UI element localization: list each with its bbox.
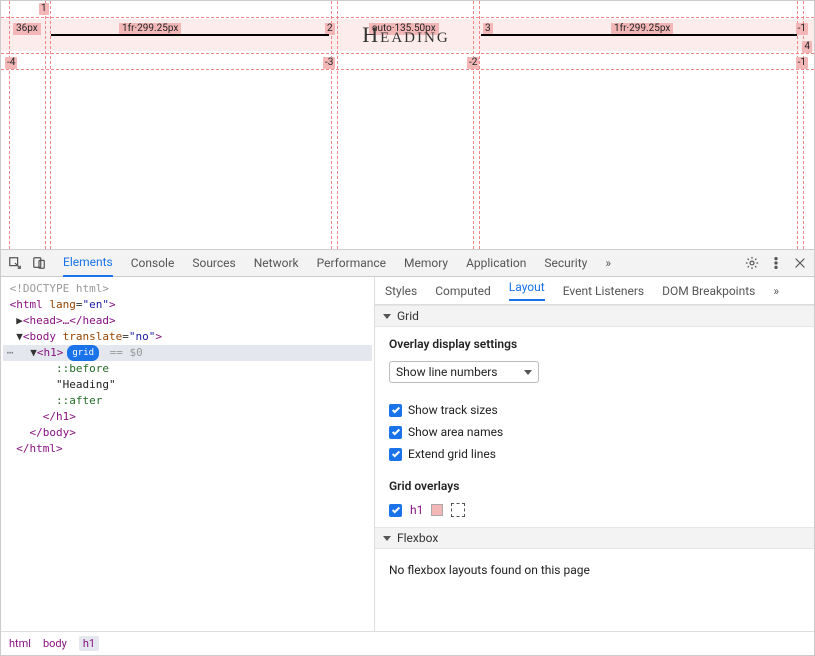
subtab-eventlisteners[interactable]: Event Listeners <box>563 284 644 298</box>
line-number-badge: -2 <box>467 57 479 69</box>
dom-tree[interactable]: <!DOCTYPE html> <html lang="en"> ▶<head>… <box>1 277 374 631</box>
dom-before: ::before <box>56 362 109 375</box>
subtab-styles[interactable]: Styles <box>385 284 417 298</box>
line-numbers-select[interactable]: Show line numbers <box>389 361 539 383</box>
devtools-toolbar: Elements Console Sources Network Perform… <box>1 249 814 277</box>
grid-overlays-title: Grid overlays <box>389 479 800 493</box>
subtab-layout[interactable]: Layout <box>509 280 545 301</box>
checkbox-icon <box>389 504 402 517</box>
dom-after: ::after <box>56 394 102 407</box>
color-swatch[interactable] <box>431 504 443 516</box>
grid-mini-icon[interactable] <box>451 503 465 517</box>
grid-line-vertical <box>331 1 332 249</box>
flexbox-empty-message: No flexbox layouts found on this page <box>375 549 814 591</box>
dom-h1-close: </h1> <box>43 410 76 423</box>
grid-line-vertical <box>9 1 10 249</box>
line-number-badge: 4 <box>802 41 812 53</box>
dom-selected-h1[interactable]: ⋯ ▼<h1>grid == $0 <box>3 345 372 361</box>
section-header-grid[interactable]: Grid <box>375 305 814 327</box>
tab-network[interactable]: Network <box>254 250 299 276</box>
subtab-computed[interactable]: Computed <box>435 284 491 298</box>
subtabs-overflow[interactable]: » <box>773 284 779 298</box>
grid-line-horizontal <box>1 69 814 70</box>
tab-security[interactable]: Security <box>544 250 587 276</box>
grid-badge[interactable]: grid <box>67 345 99 361</box>
grid-line-horizontal <box>1 17 814 18</box>
select-value: Show line numbers <box>396 365 498 379</box>
section-header-flexbox[interactable]: Flexbox <box>375 527 814 549</box>
grid-line-vertical <box>50 1 51 249</box>
grid-line-vertical <box>473 1 474 249</box>
tab-sources[interactable]: Sources <box>192 250 235 276</box>
kebab-icon[interactable] <box>768 255 784 271</box>
h1-before-rule <box>51 34 329 36</box>
track-size-label: 36px <box>13 23 41 35</box>
tab-elements[interactable]: Elements <box>63 249 113 277</box>
tab-performance[interactable]: Performance <box>317 250 386 276</box>
crumb-body[interactable]: body <box>43 637 67 650</box>
line-number-badge: -1 <box>796 57 808 69</box>
checkbox-label: Show area names <box>408 425 503 439</box>
breadcrumb: html body h1 <box>1 631 814 655</box>
grid-line-vertical <box>803 1 804 249</box>
checkbox-track-sizes[interactable]: Show track sizes <box>389 403 800 417</box>
gear-icon[interactable] <box>744 255 760 271</box>
chevron-down-icon <box>524 370 532 375</box>
line-number-badge: -3 <box>323 57 335 69</box>
line-number-badge: 1 <box>39 3 49 15</box>
dom-doctype: <!DOCTYPE html> <box>10 282 109 295</box>
checkbox-extend-lines[interactable]: Extend grid lines <box>389 447 800 461</box>
overlay-tagname: h1 <box>410 503 423 517</box>
crumb-html[interactable]: html <box>9 637 31 650</box>
tabs-overflow[interactable]: » <box>605 250 611 276</box>
dom-html-close: </html> <box>16 442 62 455</box>
grid-line-vertical <box>479 1 480 249</box>
close-icon[interactable] <box>792 255 808 271</box>
checkbox-area-names[interactable]: Show area names <box>389 425 800 439</box>
tab-application[interactable]: Application <box>466 250 526 276</box>
grid-line-vertical <box>797 1 798 249</box>
line-number-badge: -1 <box>796 23 808 35</box>
checkbox-icon <box>389 404 402 417</box>
tab-memory[interactable]: Memory <box>404 250 448 276</box>
crumb-h1[interactable]: h1 <box>79 636 99 651</box>
inspect-icon[interactable] <box>7 255 23 271</box>
grid-line-vertical <box>337 1 338 249</box>
checkbox-label: Extend grid lines <box>408 447 496 461</box>
h1-after-rule <box>481 34 797 36</box>
grid-overlay-row[interactable]: h1 <box>389 503 800 517</box>
grid-line-horizontal <box>1 53 814 54</box>
checkbox-icon <box>389 426 402 439</box>
dom-body-close: </body> <box>30 426 76 439</box>
grid-line-vertical <box>45 1 46 249</box>
side-tabs: Styles Computed Layout Event Listeners D… <box>375 277 814 305</box>
page-heading: Heading <box>341 19 471 51</box>
checkbox-icon <box>389 448 402 461</box>
subtab-dombreakpoints[interactable]: DOM Breakpoints <box>662 284 755 298</box>
dom-head[interactable]: <head>…</head> <box>23 314 116 327</box>
dom-text: "Heading" <box>56 378 116 391</box>
devtools-tabs: Elements Console Sources Network Perform… <box>63 249 736 277</box>
device-toggle-icon[interactable] <box>31 255 47 271</box>
line-number-badge: -4 <box>5 57 17 69</box>
tab-console[interactable]: Console <box>131 250 175 276</box>
checkbox-label: Show track sizes <box>408 403 498 417</box>
page-preview: 36px 1fr·299.25px auto·135.50px 1fr·299.… <box>1 1 814 249</box>
overlay-display-title: Overlay display settings <box>389 337 800 351</box>
